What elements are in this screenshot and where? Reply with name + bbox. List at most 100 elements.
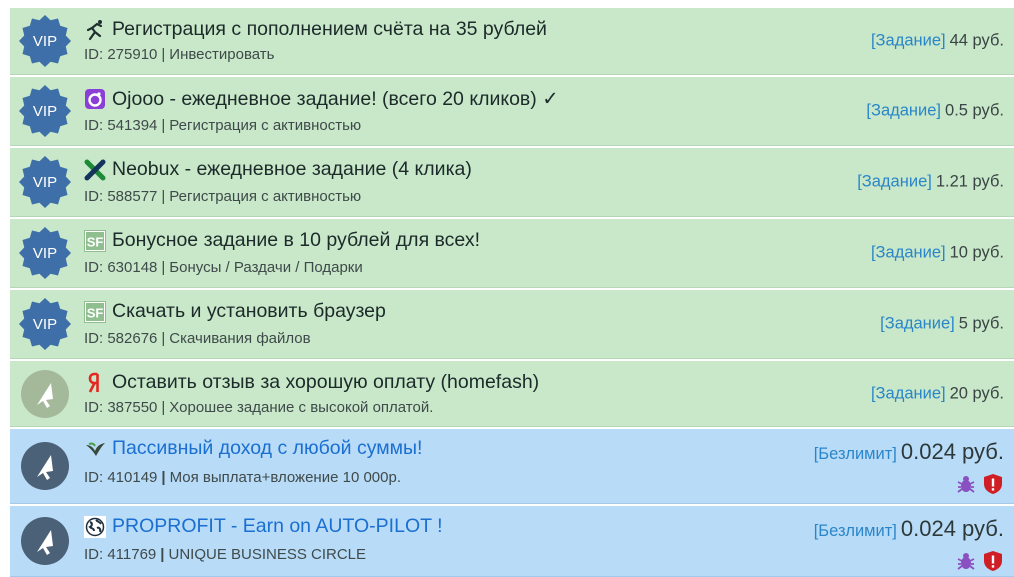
task-title[interactable]: Ojooo - ежедневное задание! (всего 20 кл… [112, 87, 559, 111]
task-row[interactable]: Пассивный доход с любой суммы! ID: 41014… [10, 429, 1014, 504]
svg-text:SF: SF [87, 234, 104, 249]
svg-text:VIP: VIP [33, 33, 57, 50]
task-row[interactable]: VIP SF Бонусное задание в 10 рублей для … [10, 219, 1014, 288]
bug-icon [955, 550, 977, 572]
task-type-link[interactable]: [Задание] [871, 244, 946, 262]
task-title[interactable]: Neobux - ежедневное задание (4 клика) [112, 158, 472, 181]
task-row[interactable]: VIP SF Скачать и установить браузер ID: … [10, 290, 1014, 359]
task-meta: ID: 541394 | Регистрация с активностью [84, 117, 361, 134]
task-title[interactable]: Регистрация с пополнением счёта на 35 ру… [112, 18, 547, 41]
task-price: 0.024 руб. [900, 516, 1004, 541]
task-price: 10 руб. [949, 243, 1004, 262]
security-icons [955, 473, 1004, 495]
task-type-link[interactable]: [Безлимит] [814, 522, 897, 540]
task-category: UNIQUE BUSINESS CIRCLE [168, 546, 367, 563]
task-row[interactable]: Оставить отзыв за хорошую оплату (homefa… [10, 361, 1014, 427]
task-meta: ID: 411769 | UNIQUE BUSINESS CIRCLE [84, 546, 366, 563]
task-type-link[interactable]: [Задание] [871, 32, 946, 50]
security-icons [955, 550, 1004, 572]
task-row[interactable]: PROPROFIT - Earn on AUTO-PILOT ! ID: 411… [10, 506, 1014, 577]
task-title[interactable]: Пассивный доход с любой суммы! [112, 437, 422, 460]
task-category: Бонусы / Раздачи / Подарки [169, 259, 363, 276]
task-row[interactable]: VIP Neobux - ежедневное задание (4 клика… [10, 148, 1014, 217]
task-title[interactable]: Скачать и установить браузер [112, 300, 386, 323]
cursor-badge-icon [21, 369, 69, 418]
vip-badge-icon: VIP [19, 227, 71, 279]
meta-separator: | [161, 259, 166, 276]
svg-text:VIP: VIP [33, 103, 57, 120]
shield-alert-icon [982, 473, 1004, 495]
meta-separator: | [161, 117, 166, 134]
cursor-badge-icon [21, 442, 69, 490]
task-type-link[interactable]: [Задание] [857, 173, 932, 191]
task-id: ID: 588577 [84, 188, 158, 205]
task-title[interactable]: Бонусное задание в 10 рублей для всех! [112, 229, 480, 252]
task-id: ID: 275910 [84, 46, 158, 63]
meta-separator: | [161, 46, 166, 63]
task-meta: ID: 275910 | Инвестировать [84, 46, 274, 63]
task-price-block: [Задание] 0.5 руб. [866, 102, 1004, 121]
task-price: 0.024 руб. [900, 439, 1004, 464]
task-price-block: [Задание] 10 руб. [871, 244, 1004, 263]
task-meta: ID: 582676 | Скачивания файлов [84, 330, 311, 347]
runner-icon [84, 19, 106, 41]
task-type-link[interactable]: [Задание] [866, 102, 941, 120]
task-meta: ID: 387550 | Хорошее задание с высокой опл… [84, 399, 433, 416]
task-list: VIP Регистрация с пополнением счёта на 3… [0, 0, 1014, 577]
svg-text:VIP: VIP [33, 174, 57, 191]
task-title[interactable]: Оставить отзыв за хорошую оплату (homefa… [112, 371, 539, 394]
task-id: ID: 410149 [84, 469, 158, 486]
meta-separator: | [161, 469, 166, 486]
task-title[interactable]: PROPROFIT - Earn on AUTO-PILOT ! [112, 515, 443, 538]
vip-badge-icon: VIP [19, 85, 71, 137]
task-id: ID: 411769 [84, 546, 157, 563]
meta-separator: | [161, 399, 166, 416]
sf-icon: SF [84, 300, 106, 323]
meta-separator: | [160, 546, 165, 563]
task-id: ID: 541394 [84, 117, 158, 134]
task-category: Регистрация с активностью [169, 117, 362, 134]
task-price: 44 руб. [949, 31, 1004, 50]
task-price-block: [Задание] 5 руб. [880, 315, 1004, 334]
task-type-link[interactable]: [Безлимит] [814, 445, 897, 463]
svg-text:VIP: VIP [33, 316, 57, 333]
task-meta: ID: 630148 | Бонусы / Раздачи / Подарки [84, 259, 363, 276]
ojooo-icon [84, 88, 106, 110]
sf-icon: SF [84, 229, 106, 252]
task-category: Инвестировать [169, 46, 275, 63]
task-price-block: [Задание] 44 руб. [871, 32, 1004, 51]
task-row[interactable]: VIP Ojooo - ежедневное задание! (всего 2… [10, 77, 1014, 146]
task-price: 0.5 руб. [945, 101, 1004, 120]
task-type-link[interactable]: [Задание] [880, 315, 955, 333]
task-price-block: [Задание] 20 руб. [871, 384, 1004, 403]
task-price-block: [Задание] 1.21 руб. [857, 173, 1004, 192]
vip-badge-icon: VIP [19, 156, 71, 208]
task-type-link[interactable]: [Задание] [871, 384, 946, 402]
vip-badge-icon: VIP [19, 298, 71, 350]
task-category: Скачивания файлов [169, 330, 311, 347]
cursor-badge-icon [21, 517, 69, 565]
task-price: 20 руб. [949, 384, 1004, 402]
svg-text:SF: SF [87, 305, 104, 320]
task-meta: ID: 588577 | Регистрация с активностью [84, 188, 361, 205]
task-id: ID: 630148 [84, 259, 158, 276]
task-row[interactable]: VIP Регистрация с пополнением счёта на 3… [10, 8, 1014, 75]
globe-icon [84, 515, 106, 538]
shield-alert-icon [982, 550, 1004, 572]
task-price: 1.21 руб. [935, 172, 1004, 191]
task-category: Регистрация с активностью [169, 188, 362, 205]
task-price-block: [Безлимит] 0.024 руб. [814, 516, 1004, 542]
task-id: ID: 387550 [84, 399, 158, 416]
neobux-icon [84, 159, 106, 181]
task-category: Моя выплата+вложение 10 000р. [169, 469, 401, 486]
meta-separator: | [161, 188, 166, 205]
task-price-block: [Безлимит] 0.024 руб. [814, 439, 1004, 465]
task-id: ID: 582676 [84, 330, 158, 347]
bug-icon [955, 473, 977, 495]
task-price: 5 руб. [958, 314, 1004, 333]
vip-badge-icon: VIP [19, 15, 71, 67]
yandex-icon [84, 372, 106, 394]
meta-separator: | [161, 330, 166, 347]
bird-icon [84, 438, 106, 460]
task-meta: ID: 410149 | Моя выплата+вложение 10 000р. [84, 469, 401, 486]
